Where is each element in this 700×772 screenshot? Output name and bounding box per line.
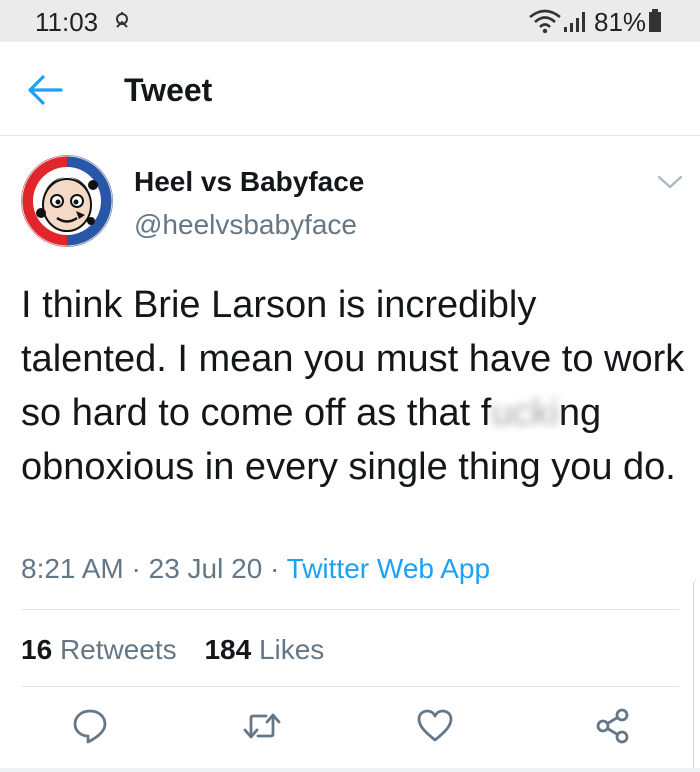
scroll-edge bbox=[693, 578, 700, 772]
retweet-icon bbox=[243, 713, 281, 739]
like-button[interactable] bbox=[415, 706, 455, 746]
tweet-meta: 8:21 AM · 23 Jul 20 · Twitter Web App bbox=[21, 553, 490, 585]
status-bar: 11:03 81% bbox=[0, 0, 700, 42]
tweet-stats: 16 Retweets 184 Likes bbox=[21, 634, 324, 666]
censored-text: ucki bbox=[491, 392, 559, 434]
header: Tweet bbox=[0, 42, 700, 136]
notification-icon bbox=[116, 12, 128, 28]
likes-count: 184 bbox=[204, 634, 252, 665]
meta-separator: · bbox=[270, 553, 280, 584]
battery-percent: 81% bbox=[594, 7, 647, 37]
battery-icon bbox=[649, 9, 661, 32]
meta-separator: · bbox=[131, 553, 141, 584]
retweets-stat[interactable]: 16 Retweets bbox=[21, 634, 177, 665]
divider bbox=[21, 609, 679, 610]
avatar[interactable] bbox=[21, 155, 113, 247]
tweet-source-link[interactable]: Twitter Web App bbox=[287, 553, 490, 584]
tweet-date: 23 Jul 20 bbox=[148, 553, 263, 584]
chevron-down-icon[interactable] bbox=[655, 170, 685, 194]
author-handle[interactable]: @heelvsbabyface bbox=[134, 209, 357, 241]
tweet-text: I think Brie Larson is incredibly talent… bbox=[21, 278, 691, 494]
retweets-label: Retweets bbox=[59, 634, 177, 665]
wifi-icon bbox=[529, 9, 561, 34]
reply-icon bbox=[73, 709, 107, 744]
share-button[interactable] bbox=[593, 706, 633, 746]
divider bbox=[21, 686, 679, 687]
bottom-border bbox=[0, 768, 700, 772]
likes-label: Likes bbox=[258, 634, 325, 665]
likes-stat[interactable]: 184 Likes bbox=[204, 634, 324, 665]
avatar-image bbox=[21, 155, 113, 247]
author-display-name[interactable]: Heel vs Babyface bbox=[134, 166, 364, 198]
tweet-time: 8:21 AM bbox=[21, 553, 124, 584]
heart-icon bbox=[417, 709, 453, 742]
page-title: Tweet bbox=[124, 72, 213, 108]
signal-icon bbox=[564, 12, 585, 32]
reply-button[interactable] bbox=[70, 706, 110, 746]
status-time: 11:03 bbox=[35, 7, 99, 37]
retweets-count: 16 bbox=[21, 634, 53, 665]
retweet-button[interactable] bbox=[242, 706, 282, 746]
share-icon bbox=[596, 708, 629, 744]
arrow-left-icon[interactable] bbox=[25, 72, 65, 108]
